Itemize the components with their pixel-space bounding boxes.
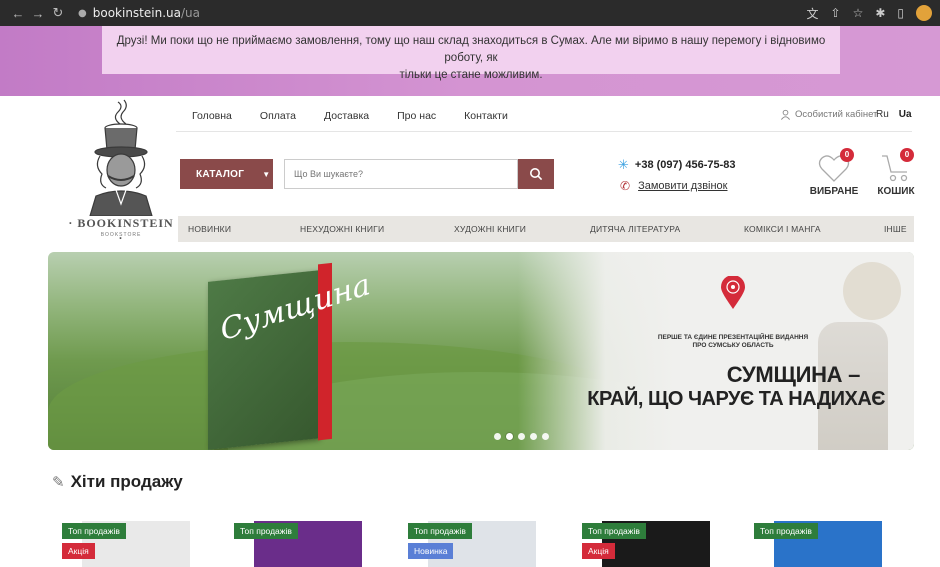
sidebar-icon[interactable]: ▯ [897, 6, 904, 20]
category-nonfiction[interactable]: НЕХУДОЖНІ КНИГИ [300, 224, 384, 234]
category-fiction[interactable]: ХУДОЖНІ КНИГИ [454, 224, 526, 234]
tag-bestseller: Топ продажів [754, 523, 818, 539]
tag-new: Новинка [408, 543, 454, 559]
category-bar: НОВИНКИ НЕХУДОЖНІ КНИГИ ХУДОЖНІ КНИГИ ДИ… [178, 216, 914, 242]
lang-ru[interactable]: Ru [876, 109, 889, 120]
search-input[interactable] [284, 159, 518, 189]
site-logo[interactable]: · BOOKINSTEIN · BOOKSTORE [66, 98, 176, 248]
product-card[interactable]: Топ продажів Новинка [408, 521, 536, 567]
einstein-portrait-icon [89, 99, 153, 217]
sparkle-icon: ✳ [618, 157, 629, 172]
carousel-dot[interactable] [494, 433, 501, 440]
address-bar[interactable]: ● bookinstein.ua/ua [78, 6, 200, 20]
category-comics[interactable]: КОМІКСИ І МАНГА [744, 224, 821, 234]
bookmark-star-icon[interactable]: ☆ [853, 6, 864, 20]
url-path: /ua [180, 6, 200, 20]
reload-icon[interactable]: ↻ [48, 5, 68, 21]
phone-icon: ✆ [620, 179, 631, 193]
divider [176, 131, 912, 132]
logo-brand-text: · BOOKINSTEIN · [68, 216, 174, 245]
account-link[interactable]: Особистий кабінет [780, 109, 877, 120]
product-card[interactable]: Топ продажів [754, 521, 882, 567]
tag-bestseller: Топ продажів [408, 523, 472, 539]
carousel-dots [494, 433, 549, 440]
account-label: Особистий кабінет [795, 109, 878, 120]
chevron-down-icon: ▼ [262, 169, 271, 179]
announcement-line-2: тільки це стане можливим. [399, 69, 543, 81]
translate-icon[interactable]: 文 [806, 5, 818, 22]
tag-bestseller: Топ продажів [582, 523, 646, 539]
back-icon[interactable]: ← [8, 6, 28, 21]
feather-icon: ✎ [52, 474, 65, 491]
product-card[interactable]: Топ продажів Акція [582, 521, 710, 567]
tag-bestseller: Топ продажів [62, 523, 126, 539]
hero-tagline-1: ПЕРШЕ ТА ЄДИНЕ ПРЕЗЕНТАЦІЙНЕ ВИДАННЯ [657, 334, 809, 341]
carousel-dot[interactable] [518, 433, 525, 440]
nav-payment[interactable]: Оплата [260, 110, 296, 122]
category-other[interactable]: ІНШЕ [884, 224, 907, 234]
product-card[interactable]: Топ продажів Акція [62, 521, 190, 567]
share-icon[interactable]: ⇧ [831, 6, 841, 20]
user-icon [781, 109, 790, 120]
category-children[interactable]: ДИТЯЧА ЛІТЕРАТУРА [590, 224, 680, 234]
url-host: bookinstein.ua [92, 6, 181, 20]
cart-count-badge: 0 [900, 148, 914, 162]
lock-icon: ● [78, 7, 87, 19]
lang-ua[interactable]: Ua [899, 109, 912, 120]
tag-sale: Акція [582, 543, 615, 559]
nav-delivery[interactable]: Доставка [324, 110, 369, 122]
catalog-button[interactable]: КАТАЛОГ ▼ [180, 159, 273, 189]
phone-number[interactable]: ✳ +38 (097) 456-75-83 [618, 157, 736, 173]
category-new[interactable]: НОВИНКИ [188, 224, 231, 234]
bestsellers-heading: ✎ Хіти продажу [52, 472, 183, 492]
tag-sale: Акція [62, 543, 95, 559]
top-navigation: Головна Оплата Доставка Про нас Контакти [192, 110, 508, 122]
announcement-banner: Друзі! Ми поки що не приймаємо замовленн… [102, 26, 840, 81]
profile-avatar-icon[interactable] [916, 5, 932, 21]
nav-home[interactable]: Головна [192, 110, 232, 122]
hero-book-image: Сумщина [208, 256, 373, 450]
favorites-label: ВИБРАНЕ [809, 186, 859, 197]
map-pin-icon [721, 276, 745, 309]
bestsellers-title: Хіти продажу [70, 472, 183, 491]
search-icon [530, 168, 543, 181]
carousel-dot[interactable] [530, 433, 537, 440]
hero-headline-1: СУМЩИНА – [726, 362, 861, 387]
nav-about[interactable]: Про нас [397, 110, 436, 122]
carousel-dot[interactable] [506, 433, 513, 440]
callback-text: Замовити дзвінок [638, 180, 728, 192]
carousel-dot[interactable] [542, 433, 549, 440]
announcement-band: Друзі! Ми поки що не приймаємо замовленн… [0, 26, 940, 96]
extensions-icon[interactable]: ✱ [875, 6, 885, 20]
cart-label: КОШИК [877, 186, 915, 197]
catalog-label: КАТАЛОГ [196, 168, 245, 180]
hero-tagline-2: ПРО СУМСЬКУ ОБЛАСТЬ [692, 342, 774, 349]
logo-subtitle: BOOKSTORE [100, 232, 142, 238]
hero-tagline: ПЕРШЕ ТА ЄДИНЕ ПРЕЗЕНТАЦІЙНЕ ВИДАННЯ ПРО… [638, 334, 828, 350]
announcement-line-1: Друзі! Ми поки що не приймаємо замовленн… [116, 35, 826, 64]
hero-headline-2: КРАЙ, ЩО ЧАРУЄ ТА НАДИХАЄ [587, 388, 885, 410]
cart-button[interactable]: 0 КОШИК [872, 146, 920, 197]
forward-icon[interactable]: → [28, 6, 48, 21]
language-switcher: Ru Ua [876, 109, 912, 120]
phone-text: +38 (097) 456-75-83 [634, 159, 736, 171]
favorites-button[interactable]: 0 ВИБРАНЕ [808, 146, 860, 197]
product-card[interactable]: Топ продажів [234, 521, 362, 567]
coin-emblem-image [843, 262, 901, 320]
search-button[interactable] [518, 159, 554, 189]
hero-carousel[interactable]: Сумщина ПЕРШЕ ТА ЄДИНЕ ПРЕЗЕНТАЦІЙНЕ ВИД… [48, 252, 914, 450]
nav-contacts[interactable]: Контакти [464, 110, 508, 122]
callback-link[interactable]: ✆ Замовити дзвінок [620, 179, 728, 193]
favorites-count-badge: 0 [840, 148, 854, 162]
browser-toolbar: ← → ↻ ● bookinstein.ua/ua 文 ⇧ ☆ ✱ ▯ [0, 0, 940, 26]
tag-bestseller: Топ продажів [234, 523, 298, 539]
